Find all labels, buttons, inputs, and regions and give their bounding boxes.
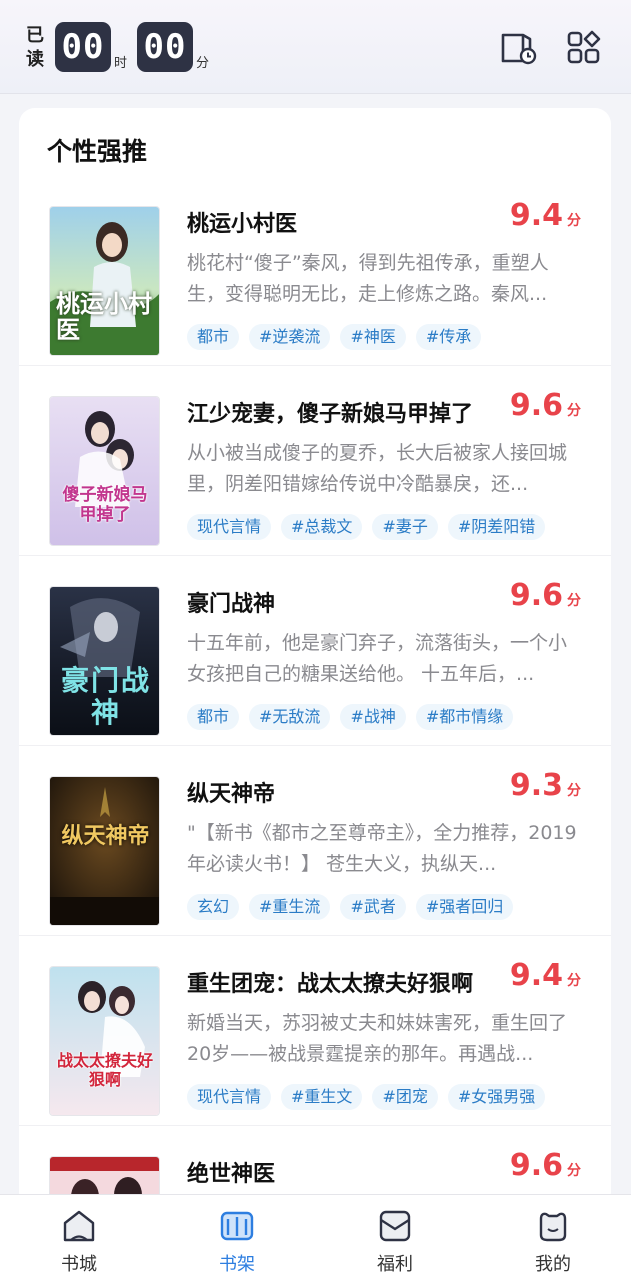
book-cover-title: 战太太撩夫好狠啊: [56, 1051, 153, 1089]
book-tag[interactable]: #都市情缘: [415, 704, 514, 730]
tab-label: 书城: [61, 1254, 97, 1275]
book-tag[interactable]: #团宠: [372, 1084, 438, 1110]
book-title[interactable]: 纵天神帝: [187, 776, 507, 808]
book-description: 新婚当天，苏羽被丈夫和妹妹害死，重生回了20岁——被战景霆提亲的那年。再遇战..…: [187, 1012, 568, 1065]
book-score: 9.4 分: [509, 958, 581, 993]
book-description: 桃花村“傻子”秦风，得到先祖传承，重塑人生，变得聪明无比，走上修炼之路。秦风..…: [187, 252, 549, 305]
section-title: 个性强推: [47, 137, 148, 166]
book-score: 9.6 分: [509, 388, 581, 423]
reading-history-icon[interactable]: [500, 30, 538, 66]
welfare-icon: [377, 1209, 413, 1243]
book-tag[interactable]: #武者: [340, 894, 406, 920]
tab-label: 我的: [535, 1254, 571, 1275]
book-description: "【新书《都市之至尊帝主》，全力推荐，2019年必读火书！】 苍生大义，执纵天.…: [187, 822, 577, 875]
book-cover-title: 豪门战神: [60, 664, 151, 729]
tag-list: 都市 #逆袭流 #神医 #传承: [187, 324, 482, 350]
tab-bookshelf[interactable]: 书架: [158, 1195, 316, 1280]
hours-counter: 00: [55, 22, 111, 72]
book-tag[interactable]: #无敌流: [249, 704, 331, 730]
book-tag[interactable]: #传承: [415, 324, 482, 350]
book-tag[interactable]: #阴差阳错: [447, 514, 546, 540]
book-description: 十五年前，他是豪门弃子，流落街头，一个小女孩把自己的糖果送给他。 十五年后，..…: [187, 632, 568, 685]
book-tag[interactable]: #总裁文: [281, 514, 363, 540]
book-tag[interactable]: #强者回归: [415, 894, 514, 920]
book-tag[interactable]: #神医: [340, 324, 406, 350]
book-title[interactable]: 绝世神医: [187, 1156, 507, 1188]
book-item[interactable]: 豪门战神 豪门战神 9.6 分 十五年前，他是豪门弃子，流落街头，一个小女孩把自己…: [19, 556, 611, 746]
minutes-counter: 00: [137, 22, 193, 72]
tab-welfare[interactable]: 福利: [316, 1195, 474, 1280]
book-title[interactable]: 豪门战神: [187, 586, 507, 618]
book-tag[interactable]: 玄幻: [187, 894, 240, 920]
tag-list: 玄幻 #重生流 #武者 #强者回归: [187, 894, 514, 920]
book-tag[interactable]: 都市: [187, 704, 240, 730]
book-tag[interactable]: #重生文: [281, 1084, 363, 1110]
tab-bookstore[interactable]: 书城: [0, 1195, 158, 1280]
book-item[interactable]: 傻子新娘马甲掉了 江少宠妻，傻子新娘马甲掉了 9.6 分 从小被当成傻子的夏乔，长…: [19, 366, 611, 556]
book-title[interactable]: 重生团宠：战太太撩夫好狠啊: [187, 966, 507, 998]
tag-list: 现代言情 #总裁文 #妻子 #阴差阳错: [187, 514, 546, 540]
book-title[interactable]: 江少宠妻，傻子新娘马甲掉了: [187, 396, 507, 428]
tag-list: 现代言情 #重生文 #团宠 #女强男强: [187, 1084, 546, 1110]
book-tag[interactable]: 现代言情: [187, 514, 272, 540]
book-tag[interactable]: 都市: [187, 324, 240, 350]
bottom-tab-bar: 书城 书架 福利 我的: [0, 1194, 631, 1280]
book-score: 9.6 分: [509, 1148, 581, 1183]
book-tag[interactable]: #妻子: [372, 514, 438, 540]
book-item[interactable]: 纵天神帝 纵天神帝 9.3 分 "【新书《都市之至尊帝主》，全力推荐，2019年必…: [19, 746, 611, 936]
book-score: 9.6 分: [509, 578, 581, 613]
book-cover-title: 桃运小村医: [56, 289, 152, 344]
book-cover[interactable]: 傻子新娘马甲掉了: [49, 396, 160, 546]
book-cover[interactable]: 纵天神帝: [49, 776, 160, 926]
book-tag[interactable]: #重生流: [249, 894, 331, 920]
book-cover-title: 纵天神帝: [61, 823, 150, 849]
book-tag[interactable]: #女强男强: [447, 1084, 546, 1110]
book-tag[interactable]: #战神: [340, 704, 406, 730]
top-header: 已读 00 时 00 分: [0, 0, 631, 94]
tab-label: 书架: [219, 1254, 255, 1275]
book-description: 从小被当成傻子的夏乔，长大后被家人接回城里，阴差阳错嫁给传说中冷酷暴戾，还...: [187, 442, 568, 495]
recommend-card: 个性强推 桃运小村医 桃运小村医 9.4 分 桃花村“傻子”秦风，得到先祖传承，重…: [19, 108, 611, 1208]
book-item[interactable]: 战太太撩夫好狠啊 重生团宠：战太太撩夫好狠啊 9.4 分 新婚当天，苏羽被丈夫和妹…: [19, 936, 611, 1126]
tag-list: 都市 #无敌流 #战神 #都市情缘: [187, 704, 514, 730]
tab-label: 福利: [377, 1254, 413, 1275]
book-cover[interactable]: 战太太撩夫好狠啊: [49, 966, 160, 1116]
book-title[interactable]: 桃运小村医: [187, 206, 507, 238]
tab-profile[interactable]: 我的: [474, 1195, 631, 1280]
book-item[interactable]: 桃运小村医 桃运小村医 9.4 分 桃花村“傻子”秦风，得到先祖传承，重塑人生，变…: [19, 176, 611, 366]
book-cover[interactable]: 豪门战神: [49, 586, 160, 736]
book-tag[interactable]: #逆袭流: [249, 324, 331, 350]
profile-icon: [535, 1209, 571, 1243]
book-score: 9.3 分: [509, 768, 581, 803]
bookshelf-icon: [219, 1209, 255, 1243]
bookstore-icon: [61, 1209, 97, 1243]
book-cover[interactable]: 桃运小村医: [49, 206, 160, 356]
hours-unit: 时: [114, 56, 128, 71]
book-cover-title: 傻子新娘马甲掉了: [62, 485, 148, 525]
category-grid-icon[interactable]: [566, 30, 604, 66]
book-score: 9.4 分: [509, 198, 581, 233]
book-tag[interactable]: 现代言情: [187, 1084, 272, 1110]
minutes-unit: 分: [196, 56, 210, 71]
read-time-label: 已读: [26, 25, 44, 70]
